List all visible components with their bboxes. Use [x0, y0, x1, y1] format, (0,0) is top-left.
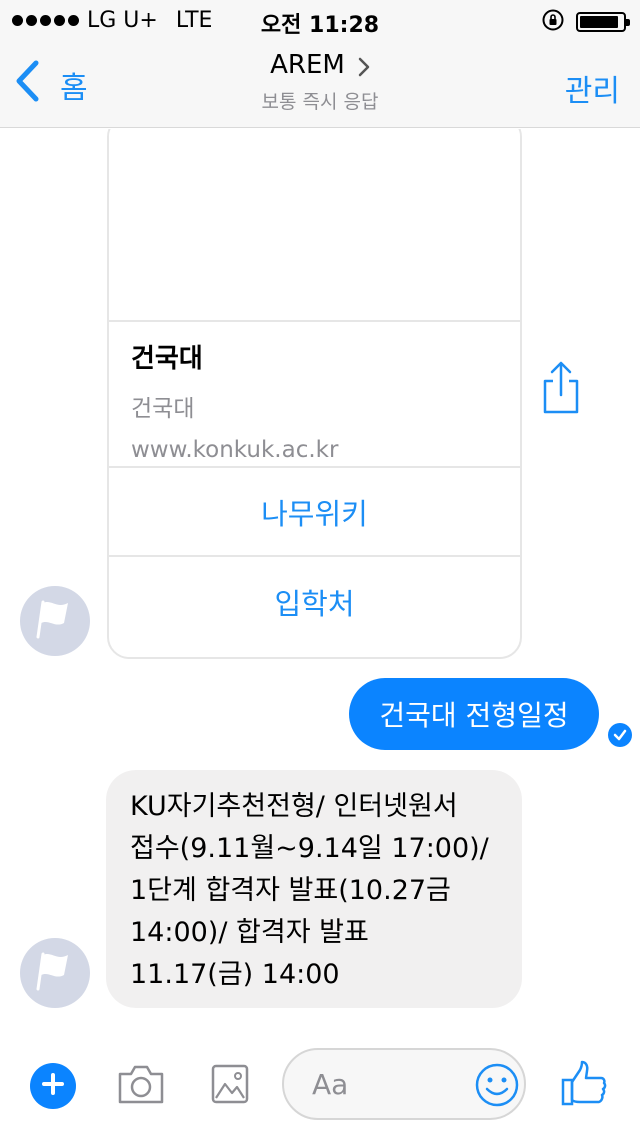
image-icon[interactable]	[210, 1062, 250, 1110]
check-icon	[608, 723, 632, 747]
message-line: 1단계 합격자 발표(10.27금	[130, 875, 451, 906]
avatar[interactable]	[20, 586, 90, 656]
flag-icon	[35, 597, 75, 645]
card-title: 건국대	[131, 344, 203, 374]
nav-bar: 홈 AREM 보통 즉시 응답 관리	[0, 40, 640, 128]
incoming-message[interactable]: KU자기추천전형/ 인터넷원서 접수(9.11월~9.14일 17:00)/ 1…	[106, 770, 522, 1008]
battery-icon	[576, 12, 630, 32]
card-button-admissions[interactable]: 입학처	[109, 557, 520, 646]
composer-bar	[0, 1026, 640, 1136]
message-input-wrapper[interactable]	[282, 1048, 526, 1120]
link-card[interactable]: 건국대 건국대 www.konkuk.ac.kr 나무위키 입학처	[107, 129, 522, 659]
message-line: 14:00)/ 합격자 발표	[130, 917, 369, 948]
message-line: 11.17(금) 14:00	[130, 959, 340, 990]
status-bar: LG U+ LTE 오전 11:28	[0, 0, 640, 40]
card-button-namuwiki[interactable]: 나무위키	[109, 468, 520, 557]
response-status: 보통 즉시 응답	[261, 90, 379, 113]
conversation-title[interactable]: AREM 보통 즉시 응답	[0, 50, 640, 114]
plus-icon	[41, 1072, 65, 1100]
card-url: www.konkuk.ac.kr	[131, 437, 339, 463]
card-info[interactable]: 건국대 건국대 www.konkuk.ac.kr	[109, 322, 520, 468]
card-image	[109, 129, 520, 322]
card-subtitle: 건국대	[131, 396, 195, 422]
thumbs-up-icon[interactable]	[560, 1060, 608, 1112]
message-list[interactable]: 건국대 건국대 www.konkuk.ac.kr 나무위키 입학처 건국대 전형…	[0, 129, 640, 1026]
message-line: KU자기추천전형/ 인터넷원서	[130, 791, 458, 822]
manage-button[interactable]: 관리	[565, 66, 620, 110]
smiley-icon[interactable]	[474, 1062, 520, 1112]
avatar[interactable]	[20, 938, 90, 1008]
contact-name: AREM	[270, 50, 345, 80]
camera-icon[interactable]	[116, 1062, 166, 1110]
chevron-right-icon	[358, 57, 370, 81]
flag-icon	[35, 949, 75, 997]
message-line: 접수(9.11월~9.14일 17:00)/	[130, 833, 489, 864]
status-right	[542, 9, 630, 35]
add-button[interactable]	[30, 1063, 76, 1109]
outgoing-message[interactable]: 건국대 전형일정	[349, 678, 599, 750]
message-input[interactable]	[312, 1066, 462, 1102]
share-icon[interactable]	[540, 361, 582, 419]
orientation-lock-icon	[542, 9, 564, 35]
